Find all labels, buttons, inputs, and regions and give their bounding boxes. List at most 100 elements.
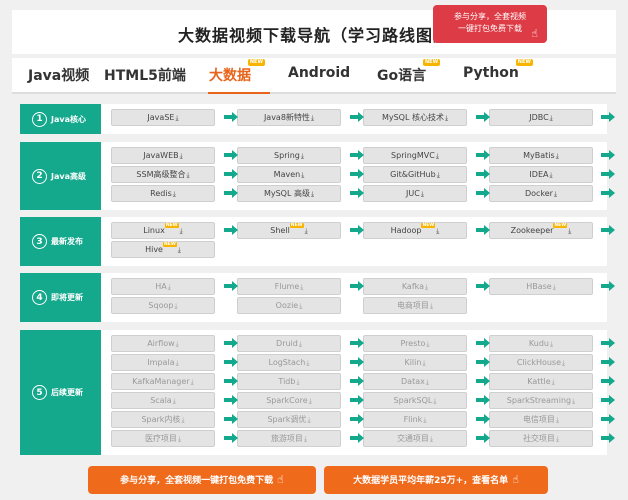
- tab-bigdata[interactable]: 大数据 NEW: [209, 59, 265, 85]
- download-link-button[interactable]: Kilin⤓: [363, 354, 467, 371]
- course-label: SSM高级整合: [136, 170, 186, 179]
- download-link-button[interactable]: IDEA⤓: [489, 166, 593, 183]
- download-link-button[interactable]: LogStach⤓: [237, 354, 341, 371]
- active-tab-indicator: [208, 92, 270, 94]
- section-name: 后续更新: [51, 388, 83, 397]
- course-label: Oozie: [275, 301, 299, 310]
- download-icon: ⤓: [549, 114, 553, 122]
- download-link-button[interactable]: MySQL 核心技术⤓: [363, 109, 467, 126]
- download-link-button[interactable]: KafkaManager⤓: [111, 373, 215, 390]
- download-link-button[interactable]: Scala⤓: [111, 392, 215, 409]
- download-link-button[interactable]: JDBC⤓: [489, 109, 593, 126]
- download-link-button[interactable]: Impala⤓: [111, 354, 215, 371]
- tab-android[interactable]: Android: [288, 65, 350, 81]
- download-icon: ⤓: [303, 435, 308, 443]
- download-link-button[interactable]: Kudu⤓: [489, 335, 593, 352]
- download-icon: ⤓: [307, 416, 311, 424]
- download-link-button[interactable]: Redis⤓: [111, 185, 215, 202]
- arrow-right-icon: [601, 281, 615, 291]
- course-label: Docker: [524, 189, 553, 198]
- download-icon: ⤓: [553, 190, 558, 198]
- download-link-button[interactable]: HA⤓: [111, 278, 215, 295]
- download-link-button[interactable]: Sqoop⤓: [111, 297, 215, 314]
- course-label: HA: [155, 282, 167, 291]
- tab-python[interactable]: Python NEW: [463, 59, 533, 81]
- download-link-button[interactable]: Git&GitHub⤓: [363, 166, 467, 183]
- download-link-button[interactable]: Spring⤓: [237, 147, 341, 164]
- arrow-right-icon: [476, 281, 490, 291]
- download-icon: ⤓: [549, 340, 554, 348]
- tab-html5[interactable]: HTML5前端: [104, 65, 186, 85]
- download-link-button[interactable]: Airflow⤓: [111, 335, 215, 352]
- section-header: 2 Java高级: [20, 142, 101, 210]
- download-link-button[interactable]: 电信项目⤓: [489, 411, 593, 428]
- download-icon: ⤓: [190, 378, 194, 386]
- section-1: 1 Java核心 JavaSE⤓ Java8新特性⤓ MySQL 核心技术⤓ JDBC⤓: [20, 104, 615, 134]
- course-label: JavaSE: [147, 113, 175, 122]
- download-link-button[interactable]: SpringMVC⤓: [363, 147, 467, 164]
- download-link-button[interactable]: ShellNEW⤓: [237, 222, 341, 239]
- download-link-button[interactable]: 旅游项目⤓: [237, 430, 341, 447]
- download-link-button[interactable]: Kattle⤓: [489, 373, 593, 390]
- download-link-button[interactable]: 医疗项目⤓: [111, 430, 215, 447]
- arrow-right-icon: [476, 376, 490, 386]
- download-link-button[interactable]: SparkStreaming⤓: [489, 392, 593, 409]
- download-link-button[interactable]: Maven⤓: [237, 166, 341, 183]
- salary-list-button[interactable]: 大数据学员平均年薪25万+，查看名单 ☝: [324, 466, 548, 494]
- download-link-button[interactable]: Docker⤓: [489, 185, 593, 202]
- download-link-button[interactable]: Druid⤓: [237, 335, 341, 352]
- download-link-button[interactable]: Kafka⤓: [363, 278, 467, 295]
- arrow-right-icon: [350, 112, 364, 122]
- tab-golang[interactable]: Go语言 NEW: [377, 59, 441, 85]
- download-icon: ⤓: [549, 171, 553, 179]
- download-link-button[interactable]: SSM高级整合⤓: [111, 166, 215, 183]
- download-link-button[interactable]: ZookeeperNEW⤓: [489, 222, 593, 239]
- course-label: Git&GitHub: [390, 170, 436, 179]
- share-download-button[interactable]: 参与分享，全套视频一键打包免费下载 ☝: [88, 466, 316, 494]
- arrow-right-icon: [224, 414, 238, 424]
- download-link-button[interactable]: MySQL 高级⤓: [237, 185, 341, 202]
- download-link-button[interactable]: Flink⤓: [363, 411, 467, 428]
- download-link-button[interactable]: JavaWEB⤓: [111, 147, 215, 164]
- download-link-button[interactable]: HadoopNEW⤓: [363, 222, 467, 239]
- download-link-button[interactable]: Presto⤓: [363, 335, 467, 352]
- download-icon: ⤓: [435, 152, 439, 160]
- download-icon: ⤓: [306, 359, 310, 367]
- download-link-button[interactable]: JavaSE⤓: [111, 109, 215, 126]
- download-icon: ⤓: [298, 340, 302, 348]
- arrow-right-icon: [601, 433, 615, 443]
- download-icon: ⤓: [555, 435, 560, 443]
- download-link-button[interactable]: Oozie⤓: [237, 297, 341, 314]
- download-link-button[interactable]: SparkSQL⤓: [363, 392, 467, 409]
- arrow-right-icon: [476, 414, 490, 424]
- download-link-button[interactable]: Spark调优⤓: [237, 411, 341, 428]
- tab-java[interactable]: Java视频: [28, 65, 89, 85]
- download-link-button[interactable]: SparkCore⤓: [237, 392, 341, 409]
- download-link-button[interactable]: Java8新特性⤓: [237, 109, 341, 126]
- arrow-right-icon: [476, 395, 490, 405]
- download-icon: ⤓: [429, 435, 434, 443]
- download-link-button[interactable]: 交通项目⤓: [363, 430, 467, 447]
- download-icon: ⤓: [296, 378, 300, 386]
- download-link-button[interactable]: Flume⤓: [237, 278, 341, 295]
- download-link-button[interactable]: HBase⤓: [489, 278, 593, 295]
- course-label: HBase: [526, 282, 552, 291]
- download-icon: ⤓: [300, 283, 304, 291]
- download-link-button[interactable]: JUC⤓: [363, 185, 467, 202]
- course-label: 旅游项目: [270, 434, 303, 443]
- download-link-button[interactable]: ClickHouse⤓: [489, 354, 593, 371]
- arrow-right-icon: [476, 433, 490, 443]
- download-link-button[interactable]: Tidb⤓: [237, 373, 341, 390]
- download-link-button[interactable]: LinuxNEW⤓: [111, 222, 215, 239]
- course-label: MySQL 核心技术: [381, 113, 444, 122]
- arrow-right-icon: [224, 395, 238, 405]
- download-link-button[interactable]: 电商项目⤓: [363, 297, 467, 314]
- download-link-button[interactable]: MyBatis⤓: [489, 147, 593, 164]
- share-download-badge[interactable]: 参与分享，全套视频 一键打包免费下载 ☝: [433, 5, 547, 43]
- download-link-button[interactable]: HiveNEW⤓: [111, 241, 215, 258]
- download-icon: ⤓: [420, 190, 424, 198]
- download-link-button[interactable]: Spark内核⤓: [111, 411, 215, 428]
- download-link-button[interactable]: 社交项目⤓: [489, 430, 593, 447]
- course-label: Kattle: [527, 377, 551, 386]
- download-link-button[interactable]: Datax⤓: [363, 373, 467, 390]
